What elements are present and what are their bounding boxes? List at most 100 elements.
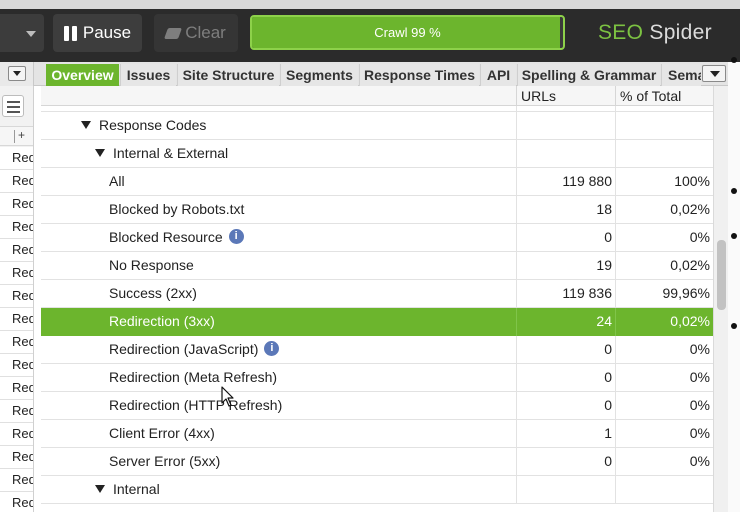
tab-bar: Overview Issues Site Structure Segments … (0, 62, 728, 86)
left-panel-row[interactable]: Red (0, 492, 33, 512)
toolbar: Pause Clear Crawl 99 % SEO Spider (0, 0, 740, 62)
table-row[interactable]: Response Codes (41, 112, 713, 140)
urls-cell: 0 (516, 392, 615, 420)
urls-cell (516, 476, 615, 504)
left-panel-row[interactable]: Red (0, 446, 33, 469)
left-panel-row[interactable]: Red (0, 285, 33, 308)
row-label: Redirection (Meta Refresh) (109, 369, 278, 385)
left-panel-row[interactable]: Red (0, 239, 33, 262)
mode-dropdown[interactable] (0, 14, 44, 52)
row-label: Internal & External (113, 145, 229, 161)
table-row[interactable]: Redirection (HTTP Refresh) 0 0% (41, 392, 713, 420)
column-header-percent-total[interactable]: % of Total (615, 86, 713, 106)
left-panel-row[interactable]: Red (0, 308, 33, 331)
filter-settings-icon[interactable] (2, 95, 24, 117)
percent-cell: 0,02% (615, 252, 713, 280)
left-panel-header: + (0, 126, 33, 146)
info-icon[interactable]: i (228, 228, 244, 244)
left-panel-row[interactable]: Red (0, 147, 33, 170)
tabs-overflow-dropdown[interactable] (702, 65, 726, 82)
left-panel-dropdown[interactable] (8, 66, 26, 81)
expand-triangle-icon[interactable] (81, 121, 91, 130)
vertical-scrollbar[interactable] (713, 86, 728, 512)
table-row[interactable]: All 119 880 100% (41, 168, 713, 196)
seo-spider-window: Pause Clear Crawl 99 % SEO Spider Overvi… (0, 0, 740, 512)
table-row[interactable]: Redirection (Meta Refresh) 0 0% (41, 364, 713, 392)
pause-icon (63, 25, 77, 41)
left-panel-row[interactable]: Red (0, 400, 33, 423)
table-row-selected[interactable]: Redirection (3xx) 24 0,02% (41, 308, 713, 336)
pause-label: Pause (82, 23, 132, 42)
row-name-cell: Response Codes (41, 112, 516, 140)
tab-segments[interactable]: Segments (280, 64, 358, 86)
left-panel-row[interactable]: Red (0, 262, 33, 285)
table-row[interactable]: Blocked Resource i 0 0% (41, 224, 713, 252)
left-panel-row[interactable]: Red (0, 377, 33, 400)
tab-spelling-grammar[interactable]: Spelling & Grammar (517, 64, 660, 86)
crawl-progress-label: Crawl 99 % (374, 25, 441, 40)
left-panel-row[interactable]: Red (0, 354, 33, 377)
scrollbar-thumb[interactable] (717, 240, 726, 310)
left-panel-row[interactable]: Red (0, 469, 33, 492)
info-icon[interactable]: i (264, 340, 280, 356)
percent-cell: 0% (615, 224, 713, 252)
urls-cell: 24 (516, 308, 615, 336)
expand-triangle-icon[interactable] (95, 485, 105, 494)
edge-dot (731, 188, 737, 194)
row-label: Response Codes (99, 117, 207, 133)
percent-cell (615, 476, 713, 504)
clear-label: Clear (185, 23, 226, 42)
tab-semantic[interactable]: Sema (661, 64, 701, 86)
mouse-cursor-icon (221, 386, 234, 407)
logo-spider: Spider (643, 21, 712, 44)
percent-cell: 0% (615, 392, 713, 420)
clear-button[interactable]: Clear (154, 14, 238, 52)
row-label: No Response (109, 257, 194, 273)
table-row[interactable]: Client Error (4xx) 1 0% (41, 420, 713, 448)
add-column-icon[interactable]: + (18, 128, 25, 142)
row-label: Redirection (3xx) (109, 313, 215, 329)
table-row[interactable]: Internal & External (41, 140, 713, 168)
urls-cell (516, 140, 615, 168)
left-panel-row[interactable]: Red (0, 216, 33, 239)
eraser-icon (164, 27, 183, 39)
urls-cell: 0 (516, 224, 615, 252)
edge-dot (731, 323, 737, 329)
row-name-cell: Redirection (3xx) (41, 308, 516, 336)
overview-tree-table: Bad Content Type00%Response CodesInterna… (41, 98, 713, 512)
table-row[interactable]: Server Error (5xx) 0 0% (41, 448, 713, 476)
row-name-cell: Redirection (JavaScript) i (41, 336, 516, 364)
row-name-cell: Internal (41, 476, 516, 504)
tab-response-times[interactable]: Response Times (359, 64, 479, 86)
urls-cell: 19 (516, 252, 615, 280)
tab-issues[interactable]: Issues (120, 64, 176, 86)
percent-cell: 0,02% (615, 196, 713, 224)
urls-cell: 119 880 (516, 168, 615, 196)
table-row[interactable]: Redirection (JavaScript) i 0 0% (41, 336, 713, 364)
left-panel-row[interactable]: Red (0, 331, 33, 354)
urls-cell: 0 (516, 336, 615, 364)
left-panel-row[interactable]: Red (0, 423, 33, 446)
left-panel-row[interactable]: Red (0, 193, 33, 216)
urls-cell (516, 112, 615, 140)
row-label: Redirection (HTTP Refresh) (109, 397, 283, 413)
row-name-cell: Blocked by Robots.txt (41, 196, 516, 224)
table-row[interactable]: No Response 19 0,02% (41, 252, 713, 280)
tab-api[interactable]: API (480, 64, 516, 86)
table-row[interactable]: Success (2xx) 119 836 99,96% (41, 280, 713, 308)
pause-button[interactable]: Pause (53, 14, 142, 52)
urls-cell: 1 (516, 420, 615, 448)
left-panel-row[interactable]: Red (0, 170, 33, 193)
percent-cell (615, 112, 713, 140)
tab-site-structure[interactable]: Site Structure (177, 64, 279, 86)
expand-triangle-icon[interactable] (95, 149, 105, 158)
tab-overview[interactable]: Overview (46, 64, 119, 86)
percent-cell: 0% (615, 336, 713, 364)
row-name-cell: No Response (41, 252, 516, 280)
column-header-urls[interactable]: URLs (516, 86, 615, 106)
chevron-down-icon (26, 31, 36, 37)
table-row[interactable]: Internal (41, 476, 713, 504)
percent-cell (615, 140, 713, 168)
row-name-cell: Server Error (5xx) (41, 448, 516, 476)
table-row[interactable]: Blocked by Robots.txt 18 0,02% (41, 196, 713, 224)
